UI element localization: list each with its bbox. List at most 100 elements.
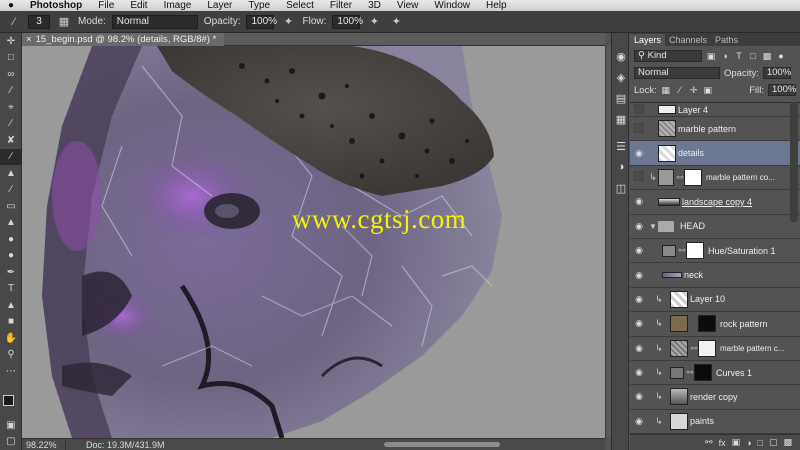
- menu-filter[interactable]: Filter: [322, 0, 360, 11]
- lock-pixels-icon[interactable]: ∕: [675, 85, 685, 95]
- menu-window[interactable]: Window: [426, 0, 478, 11]
- layer-filter-select[interactable]: ⚲ Kind: [634, 50, 702, 62]
- properties-icon[interactable]: ◫: [612, 179, 630, 197]
- quick-mask-icon[interactable]: ▣: [0, 417, 22, 434]
- eye-icon[interactable]: ◉: [630, 221, 648, 232]
- type-tool-icon[interactable]: T: [0, 281, 22, 298]
- filter-pixel-icon[interactable]: ▣: [706, 51, 716, 62]
- layer-row[interactable]: ◉ landscape copy 4: [630, 190, 800, 215]
- new-adjustment-icon[interactable]: ◑: [746, 438, 751, 448]
- lock-all-icon[interactable]: ▣: [703, 85, 713, 96]
- eye-icon[interactable]: ◉: [630, 391, 648, 402]
- marquee-tool-icon[interactable]: □: [0, 50, 22, 67]
- tab-layers[interactable]: Layers: [630, 34, 666, 46]
- filter-adjustment-icon[interactable]: ◑: [720, 51, 730, 61]
- pressure-opacity-icon[interactable]: ✦: [280, 15, 296, 29]
- new-layer-icon[interactable]: ▢: [769, 437, 778, 448]
- filter-type-icon[interactable]: T: [734, 51, 744, 61]
- menu-photoshop[interactable]: Photoshop: [22, 0, 90, 11]
- eraser-tool-icon[interactable]: ▭: [0, 198, 22, 215]
- layer-row[interactable]: ◉ ↳ ⚯ Curves 1: [630, 361, 800, 386]
- tab-channels[interactable]: Channels: [665, 34, 711, 46]
- canvas-area[interactable]: www.cgtsj.com: [22, 46, 605, 438]
- layer-opacity-field[interactable]: 100%: [762, 67, 791, 79]
- zoom-level-field[interactable]: 98.22%: [22, 439, 66, 450]
- opacity-field[interactable]: 100%: [246, 14, 277, 29]
- eye-icon[interactable]: ◉: [630, 270, 648, 281]
- history-brush-tool-icon[interactable]: ∕: [0, 182, 22, 199]
- horizontal-scrollbar-thumb[interactable]: [384, 442, 500, 447]
- close-tab-icon[interactable]: ×: [26, 34, 32, 45]
- eye-icon[interactable]: ◉: [630, 148, 648, 159]
- brush-presets-icon[interactable]: ◈: [612, 68, 630, 86]
- histogram-icon[interactable]: ▤: [612, 89, 630, 107]
- layer-mask-thumbnail[interactable]: [698, 315, 716, 333]
- pressure-size-icon[interactable]: ✦: [388, 15, 404, 29]
- link-icon[interactable]: ⚯: [678, 246, 686, 255]
- layer-row[interactable]: ◉ neck: [630, 263, 800, 288]
- group-expand-arrow-icon[interactable]: ▼: [648, 222, 658, 231]
- zoom-tool-icon[interactable]: ⚲: [0, 347, 22, 364]
- layer-mask-thumbnail[interactable]: [684, 168, 702, 186]
- edit-toolbar-icon[interactable]: ⋯: [0, 363, 22, 380]
- link-icon[interactable]: ⚯: [690, 344, 698, 353]
- move-tool-icon[interactable]: ✛: [0, 33, 22, 50]
- paint-bucket-tool-icon[interactable]: ▲: [0, 215, 22, 232]
- brush-panel-icon[interactable]: ▦: [56, 15, 72, 29]
- visibility-toggle[interactable]: [630, 123, 648, 135]
- screen-mode-icon[interactable]: ▢: [0, 433, 22, 450]
- layer-row[interactable]: ◉ ⚯ Hue/Saturation 1: [630, 239, 800, 264]
- blend-mode-select[interactable]: Normal: [634, 67, 720, 79]
- visibility-toggle[interactable]: [630, 104, 648, 116]
- filter-toggle-icon[interactable]: ●: [776, 51, 786, 61]
- eye-icon[interactable]: ◉: [630, 318, 648, 329]
- layers-scrollbar-thumb[interactable]: [790, 102, 798, 222]
- link-icon[interactable]: ⚯: [676, 173, 684, 182]
- blur-tool-icon[interactable]: ●: [0, 231, 22, 248]
- visibility-toggle[interactable]: [630, 171, 648, 183]
- mode-select[interactable]: Normal: [111, 14, 198, 29]
- menu-type[interactable]: Type: [240, 0, 278, 11]
- shape-tool-icon[interactable]: ■: [0, 314, 22, 331]
- link-icon[interactable]: ⚯: [686, 368, 694, 377]
- layer-style-icon[interactable]: fx: [719, 438, 726, 448]
- apple-menu-icon[interactable]: ●: [0, 0, 22, 11]
- filter-smart-object-icon[interactable]: ▩: [762, 51, 772, 62]
- layer-row[interactable]: Layer 4: [630, 103, 800, 117]
- menu-image[interactable]: Image: [156, 0, 200, 11]
- layer-mask-thumbnail[interactable]: [686, 242, 704, 260]
- lock-transparent-icon[interactable]: ▦: [661, 85, 671, 96]
- eyedropper-tool-icon[interactable]: ∕: [0, 116, 22, 133]
- menu-layer[interactable]: Layer: [199, 0, 240, 11]
- new-group-icon[interactable]: □: [758, 438, 763, 448]
- document-size-info[interactable]: Doc: 19.3M/431.9M: [66, 440, 165, 450]
- menu-help[interactable]: Help: [478, 0, 515, 11]
- quick-select-tool-icon[interactable]: ∕: [0, 83, 22, 100]
- eye-icon[interactable]: ◉: [630, 367, 648, 378]
- adjustments-icon[interactable]: ◑: [612, 158, 630, 176]
- layer-row[interactable]: ◉ ↳ paints: [630, 410, 800, 434]
- filter-shape-icon[interactable]: □: [748, 51, 758, 61]
- foreground-color-swatch[interactable]: [3, 395, 14, 406]
- lasso-tool-icon[interactable]: ∞: [0, 66, 22, 83]
- menu-select[interactable]: Select: [278, 0, 322, 11]
- brush-preset-icon[interactable]: ∕: [6, 15, 22, 29]
- layer-row[interactable]: ◉ ↳ render copy: [630, 385, 800, 410]
- crop-tool-icon[interactable]: ⌖: [0, 99, 22, 116]
- fill-field[interactable]: 100%: [768, 84, 796, 96]
- layer-mask-thumbnail[interactable]: [694, 364, 712, 382]
- tab-paths[interactable]: Paths: [711, 34, 742, 46]
- dodge-tool-icon[interactable]: ●: [0, 248, 22, 265]
- eye-icon[interactable]: ◉: [630, 343, 648, 354]
- flow-field[interactable]: 100%: [332, 14, 363, 29]
- layer-row[interactable]: ◉ ↳ Layer 10: [630, 288, 800, 313]
- airbrush-icon[interactable]: ✦: [366, 15, 382, 29]
- pen-tool-icon[interactable]: ✒: [0, 264, 22, 281]
- menu-3d[interactable]: 3D: [360, 0, 389, 11]
- layer-row[interactable]: ↳ ⚯ marble pattern co...: [630, 166, 800, 191]
- clone-stamp-tool-icon[interactable]: ▲: [0, 165, 22, 182]
- add-mask-icon[interactable]: ▣: [732, 437, 741, 448]
- history-icon[interactable]: ☰: [612, 137, 630, 155]
- layer-row[interactable]: ◉ ↳ ⚯ marble pattern c...: [630, 337, 800, 361]
- menu-file[interactable]: File: [90, 0, 122, 11]
